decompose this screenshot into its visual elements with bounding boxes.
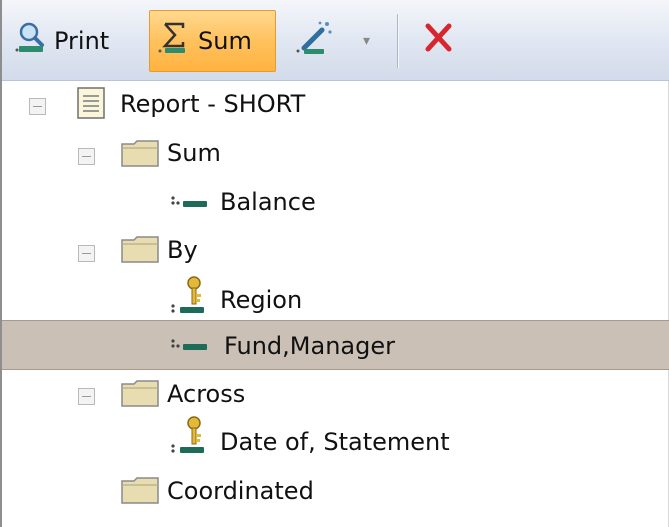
tree-node-label: Coordinated [167, 477, 314, 505]
folder-icon [120, 138, 160, 172]
report-tree-window: Print Sum ▾ Report - SHORT Sum Balance B… [0, 0, 669, 527]
chevron-down-icon: ▾ [363, 33, 371, 49]
print-label: Print [54, 27, 110, 55]
tree-node-label: Report - SHORT [120, 90, 306, 118]
wand-button[interactable] [294, 10, 334, 72]
collapse-toggle[interactable] [78, 148, 95, 165]
tree-node-label: Sum [167, 139, 221, 167]
tree-node-label: Region [220, 286, 303, 314]
key-field-icon [170, 416, 210, 460]
sum-label: Sum [198, 27, 252, 55]
field-icon [170, 192, 210, 218]
tree-node-label: Date of, Statement [220, 428, 450, 456]
toolbar: Print Sum ▾ [2, 0, 669, 81]
sigma-sum-icon [156, 20, 192, 62]
delete-button[interactable] [420, 10, 456, 72]
magic-wand-icon [294, 20, 334, 62]
collapse-toggle[interactable] [78, 245, 95, 262]
report-document-icon [74, 85, 110, 125]
tree-node-label: Balance [220, 188, 316, 216]
folder-icon [120, 378, 160, 412]
sum-button[interactable]: Sum [149, 10, 276, 72]
wand-dropdown-button[interactable]: ▾ [363, 10, 370, 72]
collapse-toggle[interactable] [78, 388, 95, 405]
folder-icon [120, 234, 160, 268]
red-x-icon [420, 20, 456, 62]
toolbar-separator [397, 14, 398, 68]
key-field-icon [170, 276, 210, 320]
folder-icon [120, 475, 160, 509]
tree-node-fund-manager[interactable]: Fund,Manager [2, 320, 669, 370]
print-icon [14, 21, 48, 61]
tree-node-label: Across [167, 380, 246, 408]
tree-node-label: By [167, 236, 198, 264]
field-icon [170, 335, 210, 363]
print-button[interactable]: Print [14, 10, 109, 72]
tree-node-label: Fund,Manager [224, 332, 395, 360]
collapse-toggle[interactable] [29, 98, 46, 115]
